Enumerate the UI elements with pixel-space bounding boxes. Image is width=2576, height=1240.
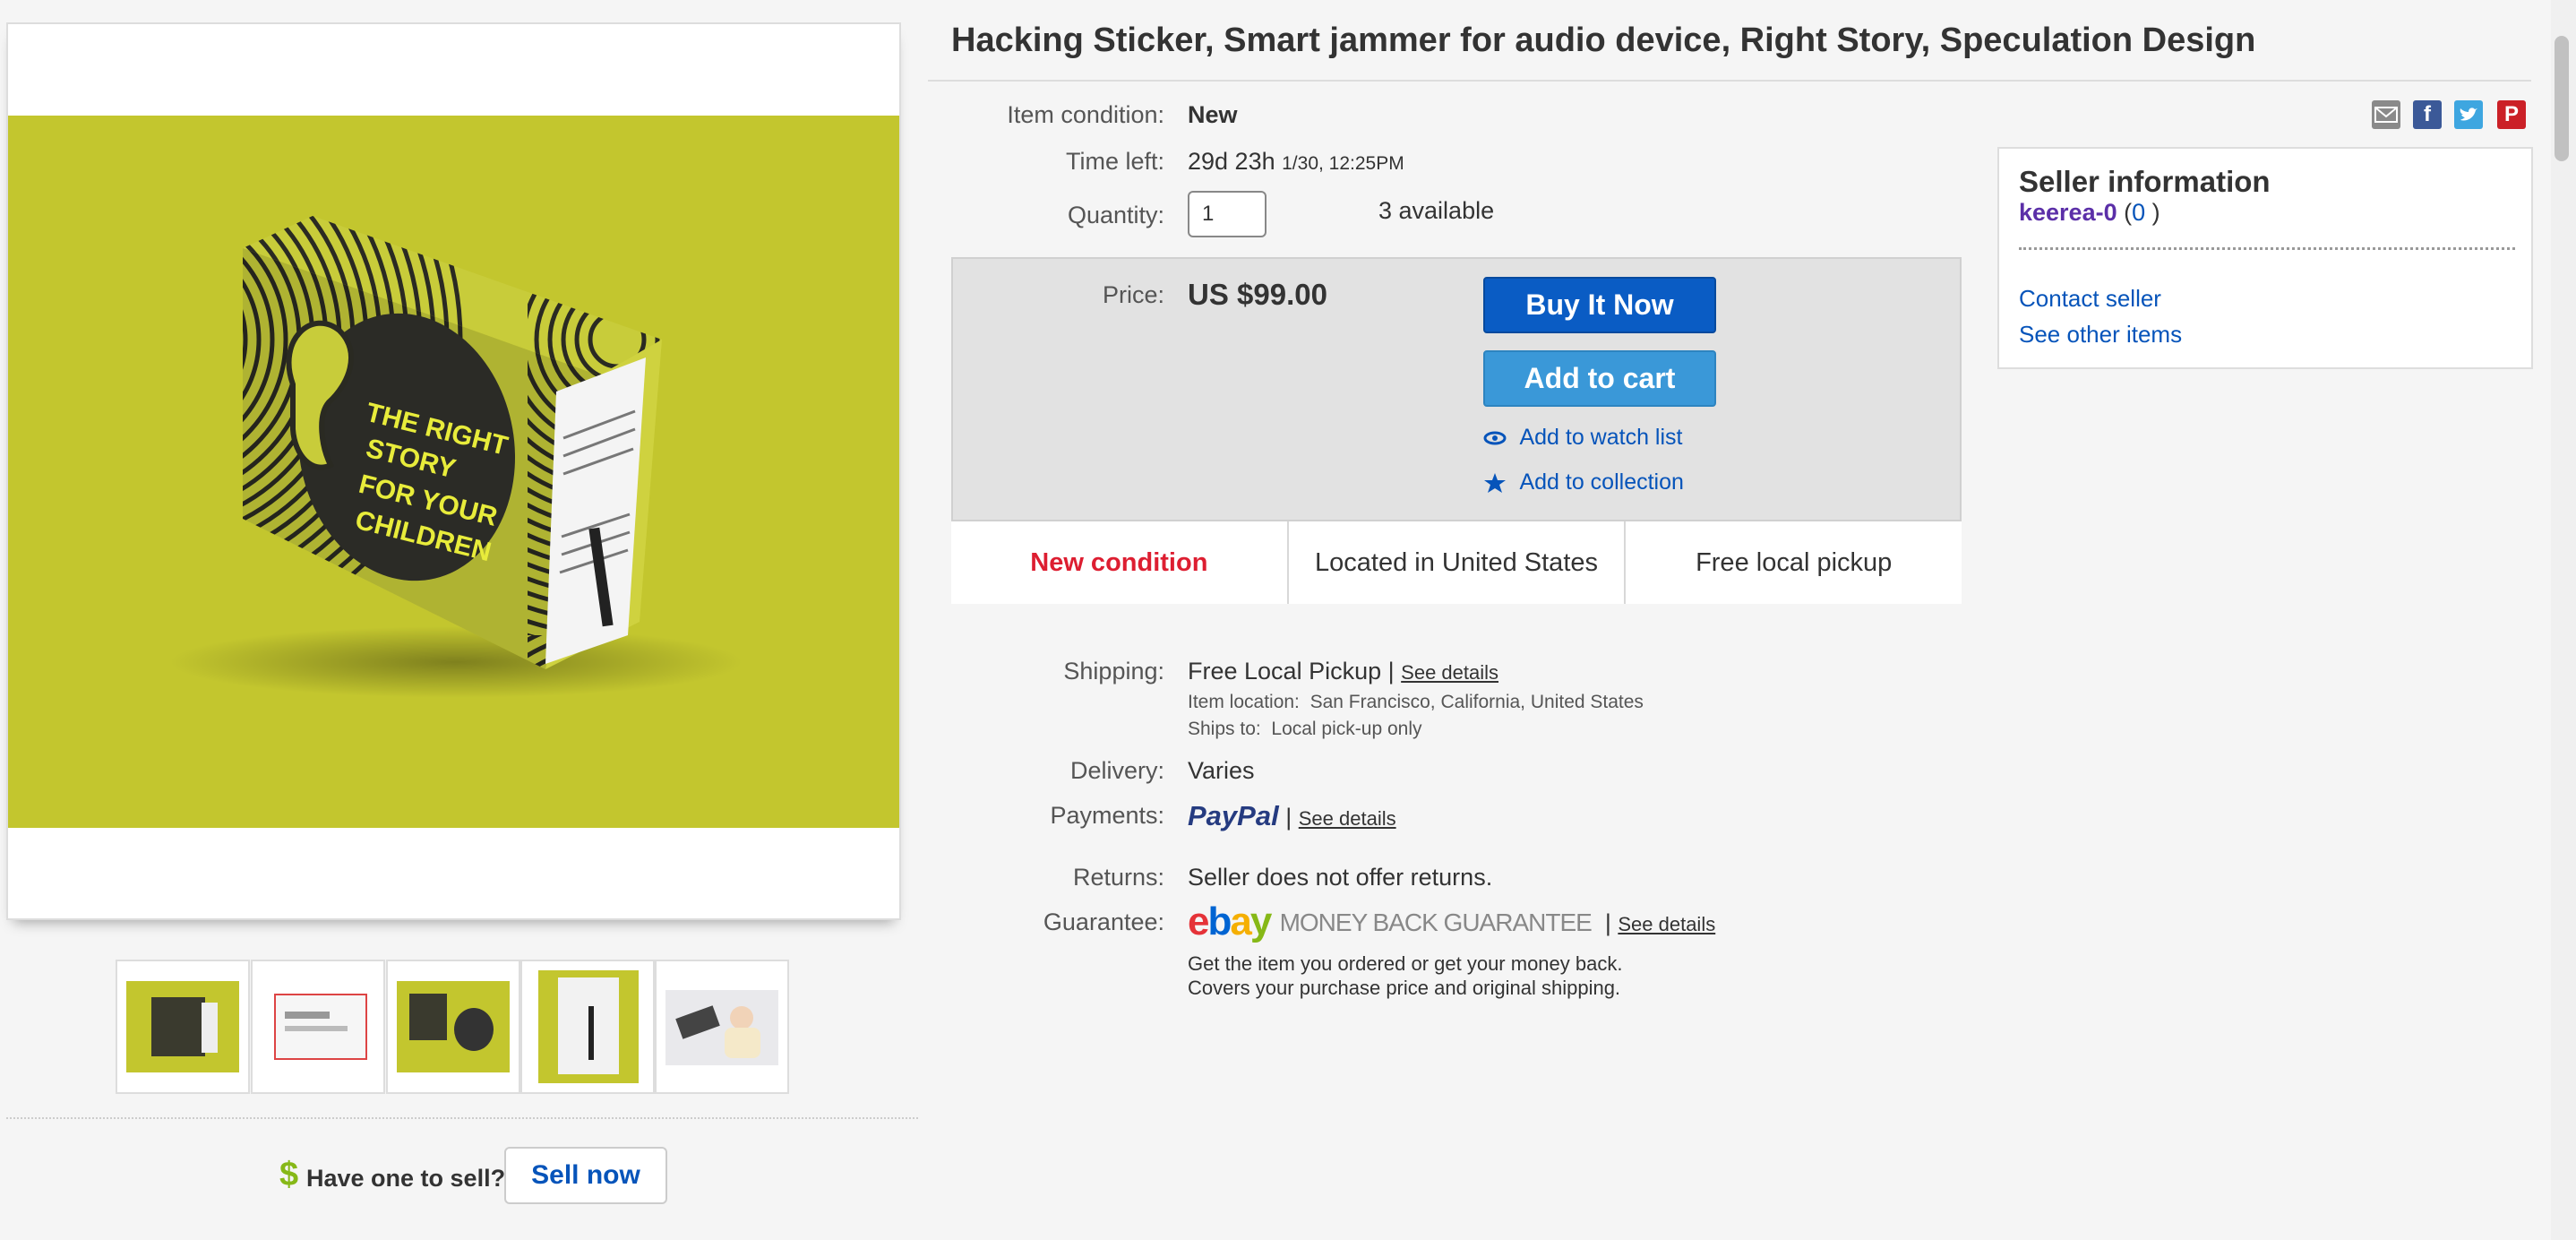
shipping-value: Free Local Pickup [1188, 658, 1382, 685]
seller-feedback-link[interactable]: 0 [2132, 199, 2145, 226]
collection-label[interactable]: Add to collection [1519, 469, 1683, 495]
main-product-image[interactable]: THE RIGHT STORY FOR YOUR CHILDREN [6, 22, 901, 920]
gallery-divider [6, 1117, 918, 1119]
price-label: Price: [1102, 281, 1164, 308]
condition-label: Item condition: [1007, 101, 1164, 128]
returns-value: Seller does not offer returns. [1188, 864, 1493, 891]
dollar-icon: $ [279, 1156, 299, 1193]
feature-bar: New condition Located in United States F… [951, 520, 1962, 604]
thumbnail-5[interactable] [655, 960, 789, 1094]
time-left-value: 29d 23h [1188, 148, 1275, 175]
ebay-logo: ebay [1188, 900, 1272, 943]
shipping-see-details-link[interactable]: See details [1401, 661, 1498, 684]
seller-name-row: keerea-0 (0 ) [2019, 199, 2160, 226]
email-icon[interactable] [2372, 100, 2400, 129]
add-to-collection-link[interactable]: Add to collection [1483, 469, 1684, 495]
time-left-label: Time left: [1065, 148, 1164, 175]
watch-list-label[interactable]: Add to watch list [1519, 425, 1682, 450]
shipping-row: Free Local Pickup | See details [1188, 658, 1499, 685]
quantity-input[interactable]: 1 [1188, 191, 1267, 237]
seller-info-title: Seller information [2019, 165, 2271, 198]
seller-name-link[interactable]: keerea-0 [2019, 199, 2117, 226]
paypal-logo: PayPal [1188, 800, 1279, 831]
seller-divider [2019, 247, 2515, 250]
quantity-label: Quantity: [1067, 202, 1164, 228]
returns-label: Returns: [1072, 864, 1164, 891]
sell-prompt: $ Have one to sell? Sell now [0, 1145, 923, 1206]
money-back-guarantee-text: MONEY BACK GUARANTEE [1279, 908, 1593, 936]
add-to-watch-list-link[interactable]: Add to watch list [1483, 425, 1682, 451]
have-one-to-sell-label: Have one to sell? [306, 1165, 506, 1192]
facebook-icon[interactable]: f [2413, 100, 2442, 129]
sell-now-button[interactable]: Sell now [504, 1147, 667, 1204]
payments-row: PayPal | See details [1188, 800, 1396, 831]
delivery-value: Varies [1188, 757, 1255, 784]
feature-location: Located in United States [1289, 521, 1627, 604]
contact-seller-link[interactable]: Contact seller [2019, 285, 2161, 313]
guarantee-see-details-link[interactable]: See details [1618, 913, 1715, 935]
guarantee-row: ebay MONEY BACK GUARANTEE | See details [1188, 900, 1716, 943]
see-other-items-link[interactable]: See other items [2019, 321, 2182, 349]
scrollbar-track[interactable] [2551, 0, 2576, 1240]
ships-to-value: Local pick-up only [1271, 719, 1422, 739]
thumbnail-1[interactable] [116, 960, 250, 1094]
title-divider [928, 80, 2531, 82]
item-location-row: Item location: San Francisco, California… [1188, 692, 1644, 713]
star-icon [1484, 472, 1506, 493]
twitter-icon[interactable] [2454, 100, 2483, 129]
available-count: 3 available [1378, 197, 1495, 224]
price-value: US $99.00 [1188, 278, 1327, 311]
time-left-row: 29d 23h 1/30, 12:25PM [1188, 148, 1404, 176]
scrollbar-thumb[interactable] [2555, 36, 2569, 161]
shipping-label: Shipping: [1063, 658, 1164, 685]
item-location-label: Item location: [1188, 692, 1300, 712]
guarantee-desc-1: Get the item you ordered or get your mon… [1188, 952, 1623, 975]
product-box-illustration: THE RIGHT STORY FOR YOUR CHILDREN [169, 216, 743, 698]
ships-to-label: Ships to: [1188, 719, 1261, 739]
condition-value: New [1188, 101, 1238, 128]
pinterest-icon[interactable]: P [2497, 100, 2526, 129]
thumbnail-4[interactable] [520, 960, 655, 1094]
product-photo: THE RIGHT STORY FOR YOUR CHILDREN [8, 116, 899, 828]
guarantee-desc-2: Covers your purchase price and original … [1188, 977, 1621, 999]
item-location-value: San Francisco, California, United States [1309, 692, 1644, 712]
payments-label: Payments: [1050, 802, 1164, 829]
payments-see-details-link[interactable]: See details [1299, 807, 1396, 830]
eye-icon [1483, 431, 1507, 444]
buy-it-now-button[interactable]: Buy It Now [1483, 277, 1716, 333]
ships-to-row: Ships to: Local pick-up only [1188, 719, 1421, 740]
add-to-cart-button[interactable]: Add to cart [1483, 350, 1716, 407]
thumbnail-2[interactable] [251, 960, 385, 1094]
feature-pickup: Free local pickup [1696, 548, 1893, 577]
feature-new-condition: New condition [951, 521, 1289, 604]
time-left-date: 1/30, 12:25PM [1282, 153, 1404, 174]
item-title: Hacking Sticker, Smart jammer for audio … [951, 22, 2256, 59]
thumbnail-3[interactable] [386, 960, 520, 1094]
guarantee-label: Guarantee: [1043, 908, 1164, 935]
delivery-label: Delivery: [1069, 757, 1164, 784]
